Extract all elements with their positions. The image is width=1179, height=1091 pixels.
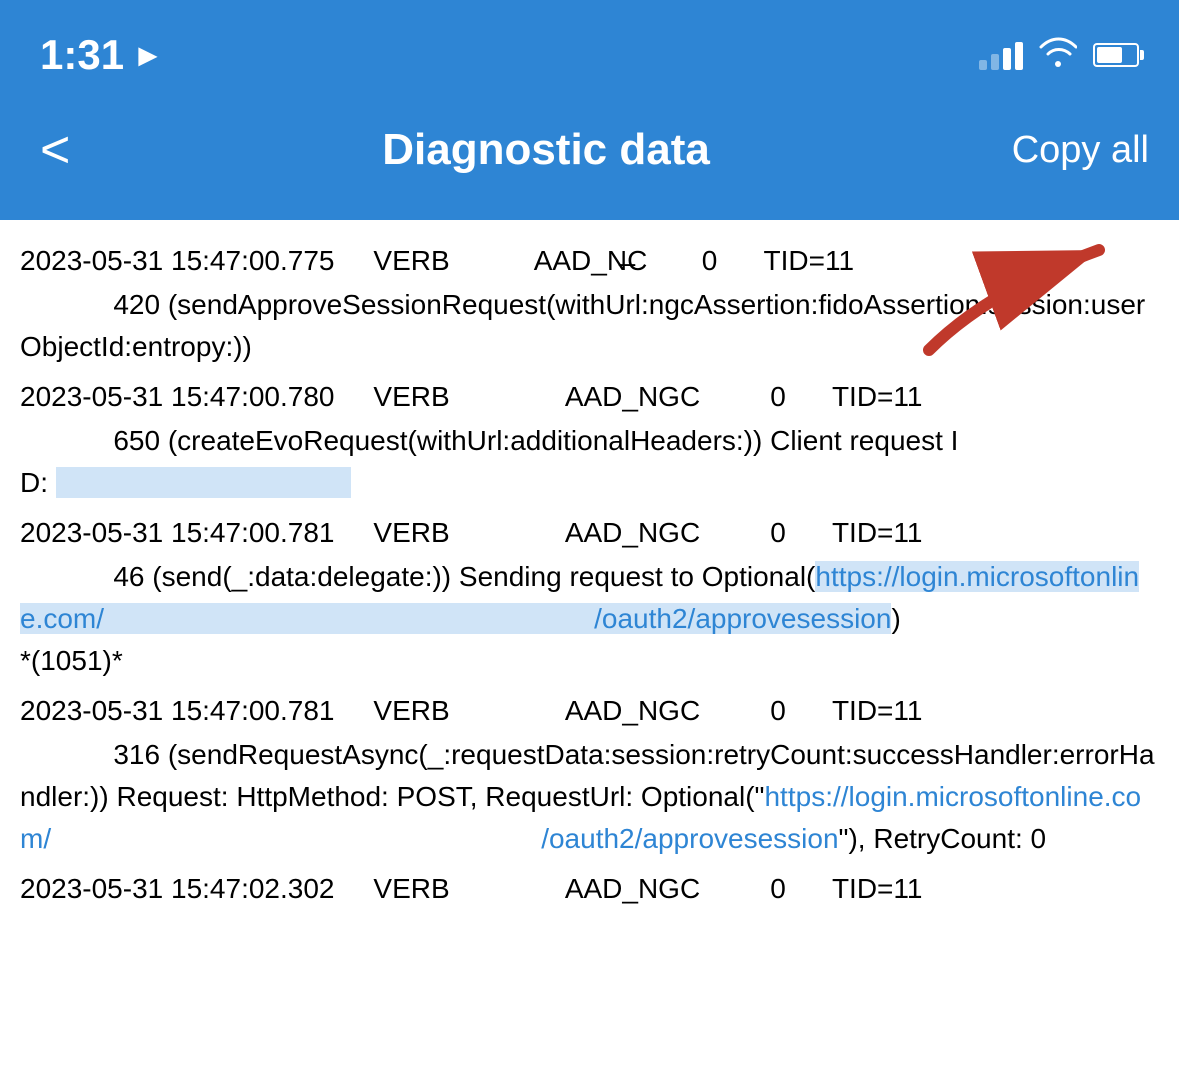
log-entry: 2023-05-31 15:47:00.781 VERB AAD_NGC 0 T… <box>20 690 1159 860</box>
log-code: 0 <box>770 695 786 726</box>
log-code: 0 <box>770 873 786 904</box>
log-tid: TID=11 <box>764 245 855 276</box>
log-code: 0 <box>770 517 786 548</box>
log-entry: 2023-05-31 15:47:02.302 VERB AAD_NGC 0 T… <box>20 868 1159 910</box>
arrow-icon <box>889 230 1149 360</box>
log-source: AAD_NGC <box>565 381 700 412</box>
status-bar: 1:31 ► <box>0 0 1179 100</box>
log-level: VERB <box>373 245 449 276</box>
log-timestamp: 2023-05-31 15:47:00.781 <box>20 695 335 726</box>
wifi-icon <box>1039 37 1077 74</box>
signal-bar-1 <box>979 60 987 70</box>
time-display: 1:31 <box>40 31 124 79</box>
log-header-line: 2023-05-31 15:47:00.781 VERB AAD_NGC 0 T… <box>20 690 1159 732</box>
log-header-line: 2023-05-31 15:47:00.780 VERB AAD_NGC 0 T… <box>20 376 1159 418</box>
nav-bar: < Diagnostic data Copy all <box>0 100 1179 220</box>
signal-strength-icon <box>979 40 1023 70</box>
log-level: VERB <box>373 873 449 904</box>
copy-all-button[interactable]: Copy all <box>1012 129 1149 172</box>
log-tid: TID=11 <box>832 517 923 548</box>
log-body: 316 (sendRequestAsync(_:requestData:sess… <box>20 734 1159 860</box>
log-timestamp: 2023-05-31 15:47:00.781 <box>20 517 335 548</box>
log-level: VERB <box>373 517 449 548</box>
log-source: AAD_NGC <box>565 873 700 904</box>
log-entry: 2023-05-31 15:47:00.781 VERB AAD_NGC 0 T… <box>20 512 1159 682</box>
log-timestamp: 2023-05-31 15:47:00.775 <box>20 245 335 276</box>
status-icons <box>979 37 1139 74</box>
log-source: AAD_NGC <box>565 517 700 548</box>
signal-bar-4 <box>1015 42 1023 70</box>
arrow-annotation <box>889 230 1149 365</box>
log-code: 0 <box>770 381 786 412</box>
log-level: VERB <box>373 381 449 412</box>
log-header-line: 2023-05-31 15:47:00.781 VERB AAD_NGC 0 T… <box>20 512 1159 554</box>
page-title: Diagnostic data <box>80 125 1011 175</box>
signal-bar-3 <box>1003 48 1011 70</box>
log-source: AAD_NGC <box>565 695 700 726</box>
battery-fill <box>1097 47 1122 63</box>
log-tid: TID=11 <box>832 873 923 904</box>
log-level: VERB <box>373 695 449 726</box>
back-button[interactable]: < <box>30 114 80 186</box>
log-tid: TID=11 <box>832 695 923 726</box>
log-link: https://login.microsoftonline.com/ /oaut… <box>20 781 1141 854</box>
location-icon: ► <box>132 37 164 74</box>
log-body: 650 (createEvoRequest(withUrl:additional… <box>20 420 1159 504</box>
log-timestamp: 2023-05-31 15:47:02.302 <box>20 873 335 904</box>
log-timestamp: 2023-05-31 15:47:00.780 <box>20 381 335 412</box>
signal-bar-2 <box>991 54 999 70</box>
battery-icon <box>1093 43 1139 67</box>
log-entry: 2023-05-31 15:47:00.780 VERB AAD_NGC 0 T… <box>20 376 1159 504</box>
log-source: AAD_N̶̶C <box>534 245 648 276</box>
log-code: 0 <box>702 245 718 276</box>
log-link: https://login.microsoftonline.com/ /oaut… <box>20 561 1139 634</box>
status-time: 1:31 ► <box>40 31 164 79</box>
log-body: 46 (send(_:data:delegate:)) Sending requ… <box>20 556 1159 682</box>
log-header-line: 2023-05-31 15:47:02.302 VERB AAD_NGC 0 T… <box>20 868 1159 910</box>
log-tid: TID=11 <box>832 381 923 412</box>
redacted-value <box>56 467 352 498</box>
